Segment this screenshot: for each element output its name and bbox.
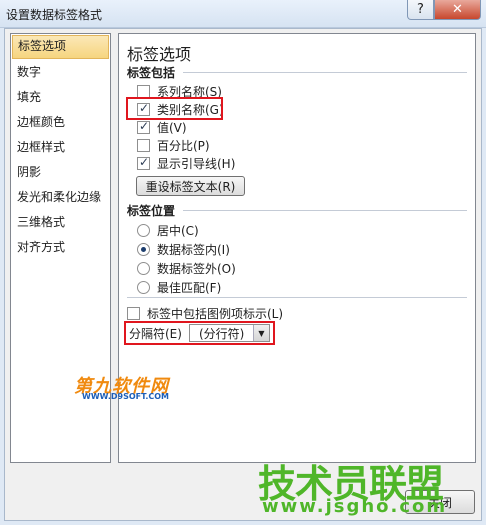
divider xyxy=(183,210,467,211)
reset-label-text-button[interactable]: 重设标签文本(R) xyxy=(136,176,245,196)
checkbox-series-name[interactable] xyxy=(137,84,150,98)
section-label-position: 标签位置 xyxy=(127,204,176,218)
option-label: 居中(C) xyxy=(157,223,199,238)
checkbox-value[interactable] xyxy=(137,119,150,134)
radio-best-fit[interactable] xyxy=(137,280,150,294)
radio-outside-end[interactable] xyxy=(137,261,150,275)
position-outside-end[interactable]: 数据标签外(O) xyxy=(137,259,236,277)
divider xyxy=(183,72,467,73)
help-button[interactable]: ? xyxy=(407,0,434,20)
option-value[interactable]: 值(V) xyxy=(137,118,187,136)
watermark-url: www.jsgho.com xyxy=(262,496,448,517)
nav-item-border-style[interactable]: 边框样式 xyxy=(11,135,110,160)
nav-item-shadow[interactable]: 阴影 xyxy=(11,160,110,185)
divider xyxy=(127,297,467,298)
panel-heading: 标签选项 xyxy=(127,45,192,64)
title-bar: 设置数据标签格式 ? ✕ xyxy=(0,0,486,28)
position-best-fit[interactable]: 最佳匹配(F) xyxy=(137,278,221,296)
option-label: 值(V) xyxy=(157,120,187,135)
radio-inside-end[interactable] xyxy=(137,242,150,256)
checkbox-leader-lines[interactable] xyxy=(137,155,150,170)
nav-item-fill[interactable]: 填充 xyxy=(11,85,110,110)
option-leader-lines[interactable]: 显示引导线(H) xyxy=(137,154,235,172)
nav-item-glow[interactable]: 发光和柔化边缘 xyxy=(11,185,110,210)
watermark-url: WWW.D9SOFT.COM xyxy=(82,392,170,401)
highlight-box xyxy=(124,321,275,345)
highlight-box xyxy=(126,97,223,120)
option-percentage[interactable]: 百分比(P) xyxy=(137,136,210,154)
position-center[interactable]: 居中(C) xyxy=(137,221,199,239)
option-label: 标签中包括图例项标示(L) xyxy=(147,306,284,321)
nav-item-alignment[interactable]: 对齐方式 xyxy=(11,235,110,260)
position-inside-end[interactable]: 数据标签内(I) xyxy=(137,240,230,258)
window-title: 设置数据标签格式 xyxy=(6,8,103,22)
nav-item-border-color[interactable]: 边框颜色 xyxy=(11,110,110,135)
option-label: 百分比(P) xyxy=(157,138,210,153)
nav-item-label-options[interactable]: 标签选项 xyxy=(12,35,109,59)
nav-item-number[interactable]: 数字 xyxy=(11,60,110,85)
option-legend-key[interactable]: 标签中包括图例项标示(L) xyxy=(127,304,283,322)
option-label: 数据标签内(I) xyxy=(157,242,230,257)
radio-center[interactable] xyxy=(137,223,150,237)
option-label: 数据标签外(O) xyxy=(157,261,236,276)
nav-item-3d-format[interactable]: 三维格式 xyxy=(11,210,110,235)
section-label-contains: 标签包括 xyxy=(127,66,176,80)
close-icon[interactable]: ✕ xyxy=(434,0,481,20)
option-label: 显示引导线(H) xyxy=(157,156,236,171)
checkbox-percentage[interactable] xyxy=(137,138,150,152)
options-panel: 标签选项 标签包括 系列名称(S) 类别名称(G) 值(V) 百分比(P) 显示… xyxy=(118,33,476,463)
option-label: 最佳匹配(F) xyxy=(157,280,222,295)
checkbox-legend-key[interactable] xyxy=(127,306,140,320)
